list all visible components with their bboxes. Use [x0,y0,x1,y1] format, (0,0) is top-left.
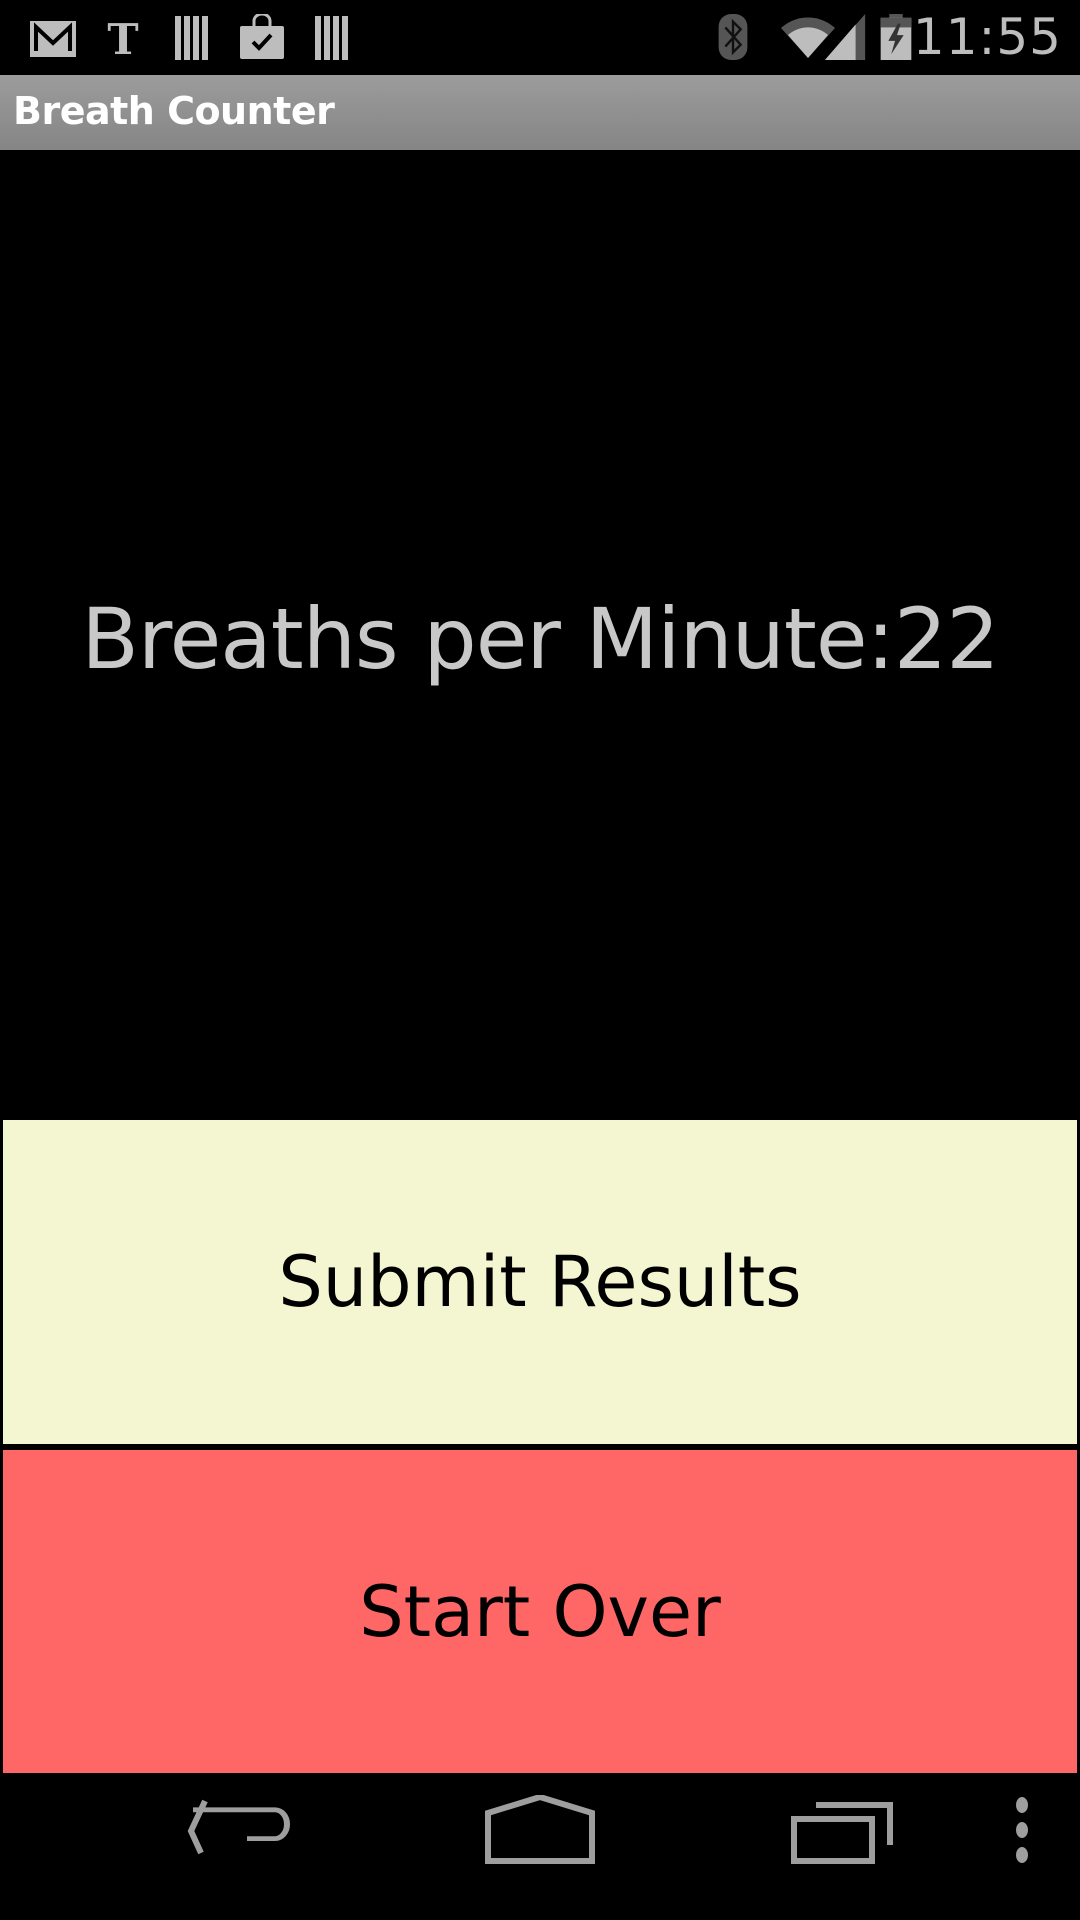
start-over-label: Start Over [359,1570,721,1653]
status-clock: 11:55 [912,8,1062,66]
main-content: Breaths per Minute:22 [0,150,1080,1118]
breaths-per-minute-text: Breaths per Minute:22 [81,590,999,688]
shopping-bag-check-icon [240,14,284,59]
gmail-icon [30,21,76,57]
submit-results-button[interactable]: Submit Results [3,1120,1077,1444]
barcode-icon [315,16,348,60]
barcode-icon [175,16,208,60]
bluetooth-icon [718,14,748,60]
start-over-button[interactable]: Start Over [3,1450,1077,1773]
action-bar: Breath Counter [0,75,1080,150]
recents-icon[interactable] [790,1795,896,1865]
svg-text:T: T [107,15,138,60]
battery-charging-icon [880,14,912,60]
navigation-bar [0,1775,1080,1920]
nytimes-icon: T [107,15,138,60]
app-title: Breath Counter [13,89,335,133]
home-icon[interactable] [484,1795,596,1865]
back-icon[interactable] [185,1795,295,1865]
status-bar: T 11:55 [0,0,1080,75]
submit-results-label: Submit Results [278,1241,802,1323]
overflow-menu-icon[interactable] [1010,1795,1034,1865]
cell-signal-icon [824,14,866,60]
